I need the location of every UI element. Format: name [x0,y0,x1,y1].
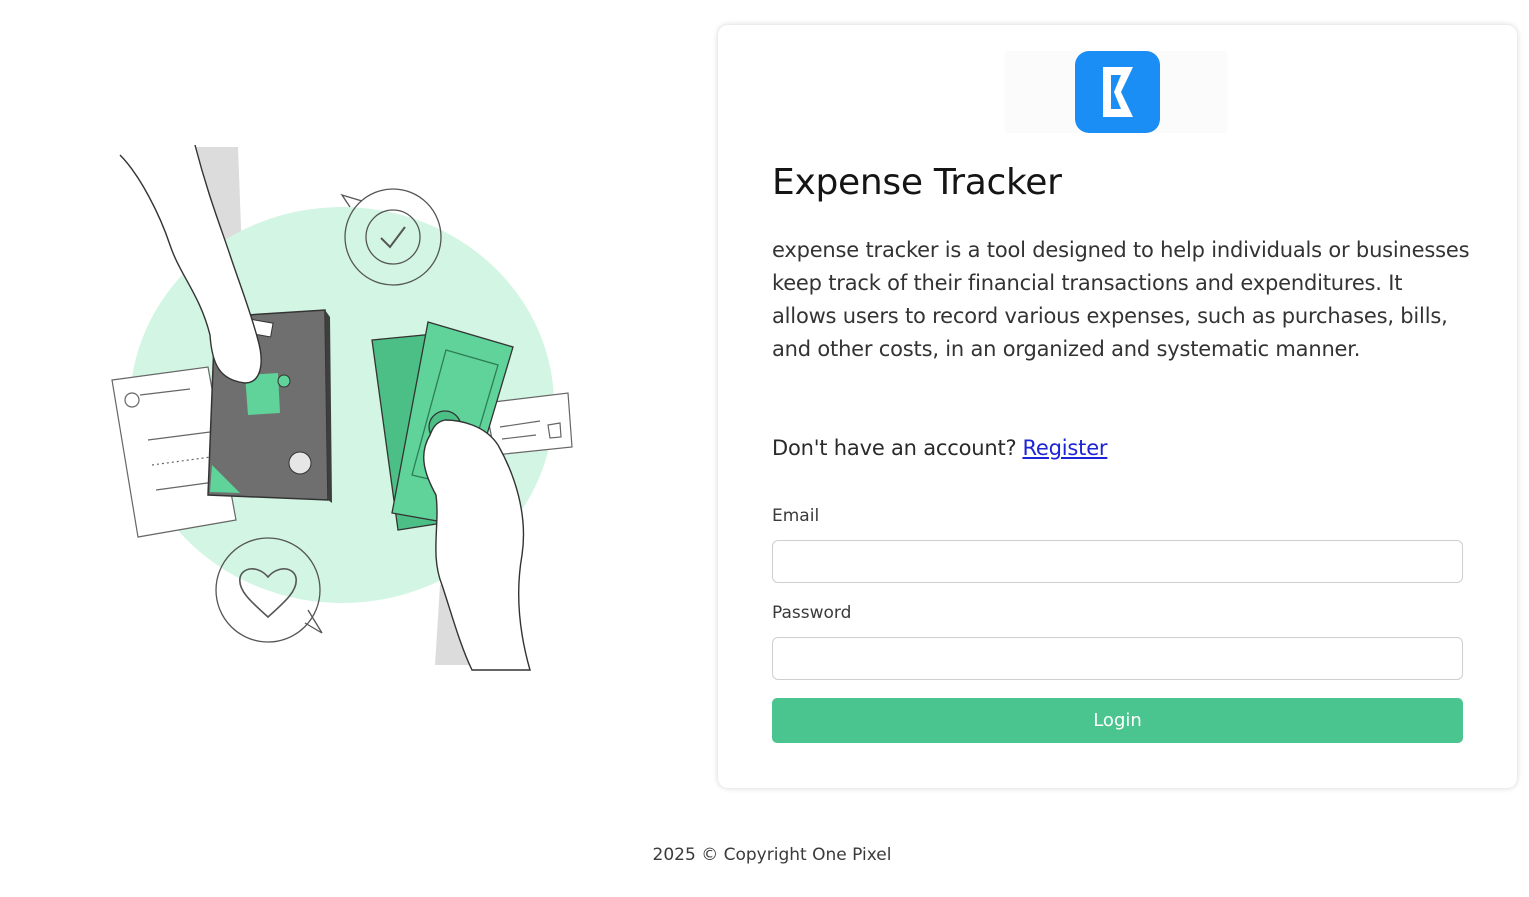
password-input[interactable] [772,637,1463,680]
money-exchange-illustration [100,135,590,675]
email-input[interactable] [772,540,1463,583]
register-link[interactable]: Register [1022,436,1107,460]
page-title: Expense Tracker [772,162,1062,203]
password-label: Password [772,603,852,623]
expense-tracker-logo-icon [1075,51,1160,133]
footer-copyright: 2025 © Copyright One Pixel [652,845,892,865]
register-prompt: Don't have an account? [772,436,1017,460]
email-label: Email [772,506,820,526]
app-description: expense tracker is a tool designed to he… [772,238,1470,361]
login-page: Expense Tracker expense tracker is a too… [0,0,1529,897]
login-button[interactable]: Login [772,698,1463,743]
register-prompt-line: Don't have an account? Register [772,436,1108,460]
